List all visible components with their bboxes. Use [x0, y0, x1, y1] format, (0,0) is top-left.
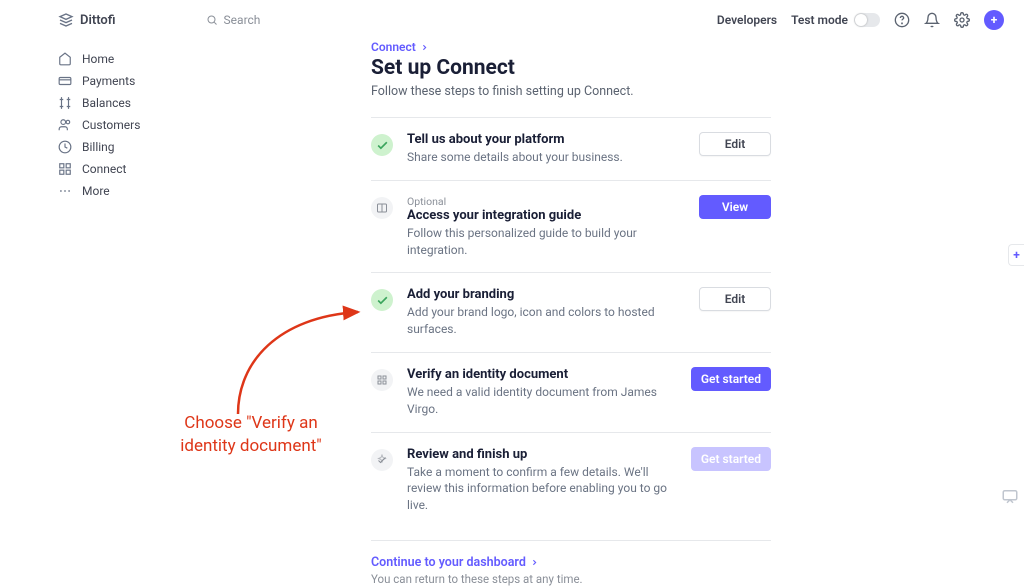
- rocket-icon: [371, 449, 393, 471]
- task-desc: Add your brand logo, icon and colors to …: [407, 304, 685, 338]
- task-title: Access your integration guide: [407, 208, 685, 223]
- sidebar-item-billing[interactable]: Billing: [58, 136, 198, 158]
- annotation-line1: Choose "Verify an: [184, 413, 317, 433]
- check-icon: [371, 289, 393, 311]
- brand-name: Dittofi: [80, 13, 116, 28]
- sidebar-item-payments[interactable]: Payments: [58, 70, 198, 92]
- sidebar-item-connect[interactable]: Connect: [58, 158, 198, 180]
- continue-section: Continue to your dashboard You can retur…: [371, 540, 771, 586]
- help-icon[interactable]: [894, 12, 910, 28]
- identity-icon: [371, 369, 393, 391]
- breadcrumb-label: Connect: [371, 40, 416, 54]
- task-title: Review and finish up: [407, 447, 677, 462]
- sidebar-item-label: Home: [82, 52, 114, 66]
- task-desc: Take a moment to confirm a few details. …: [407, 464, 677, 514]
- check-icon: [371, 134, 393, 156]
- annotation-line2: identity document": [180, 436, 322, 456]
- breadcrumb[interactable]: Connect: [371, 40, 771, 54]
- payments-icon: [58, 74, 72, 88]
- chat-icon[interactable]: [1001, 487, 1019, 505]
- task-branding: Add your branding Add your brand logo, i…: [371, 272, 771, 352]
- brand-logo-icon: [58, 12, 74, 28]
- sidebar-item-label: Payments: [82, 74, 135, 88]
- sidebar: Home Payments Balances Customers Billing…: [58, 48, 198, 202]
- page-subtitle: Follow these steps to finish setting up …: [371, 84, 771, 99]
- edit-button[interactable]: Edit: [699, 132, 771, 156]
- chevron-right-icon: [420, 43, 429, 52]
- floating-add-button[interactable]: +: [1008, 244, 1024, 266]
- search-input[interactable]: Search: [206, 13, 261, 27]
- search-placeholder: Search: [224, 13, 261, 27]
- task-verify-identity: Verify an identity document We need a va…: [371, 352, 771, 432]
- chevron-right-icon: [530, 558, 539, 567]
- sidebar-item-label: Customers: [82, 118, 140, 132]
- annotation-arrow-icon: [218, 302, 368, 422]
- sidebar-item-balances[interactable]: Balances: [58, 92, 198, 114]
- more-icon: [58, 184, 72, 198]
- continue-dashboard-link[interactable]: Continue to your dashboard: [371, 555, 771, 570]
- task-platform: Tell us about your platform Share some d…: [371, 117, 771, 180]
- gear-icon[interactable]: [954, 12, 970, 28]
- sidebar-item-home[interactable]: Home: [58, 48, 198, 70]
- sidebar-item-label: Billing: [82, 140, 115, 154]
- task-optional-label: Optional: [407, 195, 685, 208]
- continue-subtext: You can return to these steps at any tim…: [371, 572, 771, 586]
- toggle-switch-icon[interactable]: [854, 13, 880, 27]
- view-button[interactable]: View: [699, 195, 771, 219]
- search-icon: [206, 14, 218, 26]
- brand[interactable]: Dittofi: [58, 12, 116, 28]
- task-desc: We need a valid identity document from J…: [407, 384, 677, 418]
- customers-icon: [58, 118, 72, 132]
- task-review-finish: Review and finish up Take a moment to co…: [371, 432, 771, 528]
- connect-icon: [58, 162, 72, 176]
- main-content: Connect Set up Connect Follow these step…: [371, 40, 771, 586]
- sidebar-item-more[interactable]: More: [58, 180, 198, 202]
- sidebar-item-label: Connect: [82, 162, 126, 176]
- continue-link-label: Continue to your dashboard: [371, 555, 526, 570]
- annotation-text: Choose "Verify an identity document": [161, 412, 341, 458]
- bell-icon[interactable]: [924, 12, 940, 28]
- edit-button[interactable]: Edit: [699, 287, 771, 311]
- page-title: Set up Connect: [371, 56, 771, 80]
- task-title: Tell us about your platform: [407, 132, 685, 147]
- sidebar-item-label: Balances: [82, 96, 131, 110]
- topbar: Dittofi Search Developers Test mode +: [0, 0, 1024, 40]
- get-started-disabled-button: Get started: [691, 447, 771, 471]
- sidebar-item-customers[interactable]: Customers: [58, 114, 198, 136]
- task-title: Verify an identity document: [407, 367, 677, 382]
- guide-icon: [371, 197, 393, 219]
- balances-icon: [58, 96, 72, 110]
- developers-link[interactable]: Developers: [717, 13, 777, 27]
- task-desc: Follow this personalized guide to build …: [407, 225, 685, 259]
- get-started-button[interactable]: Get started: [691, 367, 771, 391]
- task-desc: Share some details about your business.: [407, 149, 685, 166]
- billing-icon: [58, 140, 72, 154]
- home-icon: [58, 52, 72, 66]
- add-account-button[interactable]: +: [984, 10, 1004, 30]
- test-mode-toggle[interactable]: Test mode: [791, 13, 880, 27]
- task-title: Add your branding: [407, 287, 685, 302]
- task-integration-guide: Optional Access your integration guide F…: [371, 180, 771, 273]
- test-mode-label: Test mode: [791, 13, 848, 27]
- topbar-right: Developers Test mode +: [717, 10, 1004, 30]
- sidebar-item-label: More: [82, 184, 110, 198]
